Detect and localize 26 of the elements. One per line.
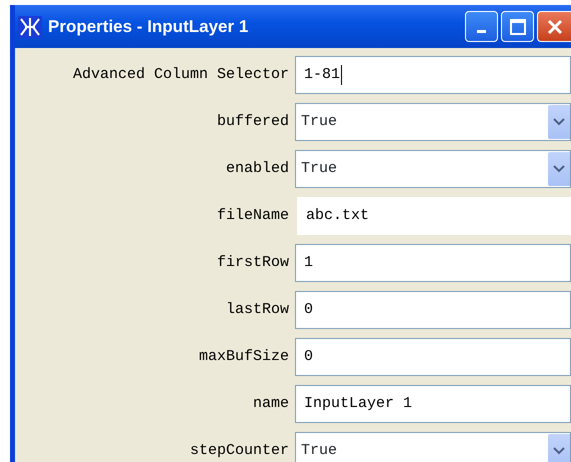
- minimize-icon: [477, 30, 486, 33]
- property-field[interactable]: 1: [295, 244, 571, 282]
- app-icon: [18, 16, 42, 38]
- property-label: name: [252, 395, 290, 412]
- property-dropdown[interactable]: True: [295, 432, 571, 462]
- close-button[interactable]: [537, 11, 571, 42]
- property-label: stepCounter: [188, 442, 290, 459]
- property-field[interactable]: InputLayer 1: [295, 384, 571, 422]
- property-label: fileName: [216, 207, 290, 224]
- property-field[interactable]: 0: [295, 338, 571, 376]
- window-title: Properties - InputLayer 1: [48, 16, 248, 36]
- property-dropdown[interactable]: True: [295, 150, 571, 188]
- maximize-button[interactable]: [501, 11, 534, 42]
- property-field[interactable]: 0: [295, 290, 571, 328]
- property-label: maxBufSize: [198, 348, 290, 365]
- close-icon: [546, 18, 564, 36]
- property-label: Advanced Column Selector: [72, 66, 290, 83]
- property-field[interactable]: abc.txt: [297, 196, 571, 234]
- maximize-icon: [508, 18, 526, 36]
- property-label: enabled: [224, 160, 290, 177]
- property-field[interactable]: 1-81: [295, 56, 571, 94]
- property-dropdown[interactable]: True: [295, 102, 571, 140]
- property-label: buffered: [216, 113, 290, 130]
- minimize-button[interactable]: [465, 11, 498, 42]
- property-label: lastRow: [224, 301, 290, 318]
- property-label: firstRow: [216, 254, 290, 271]
